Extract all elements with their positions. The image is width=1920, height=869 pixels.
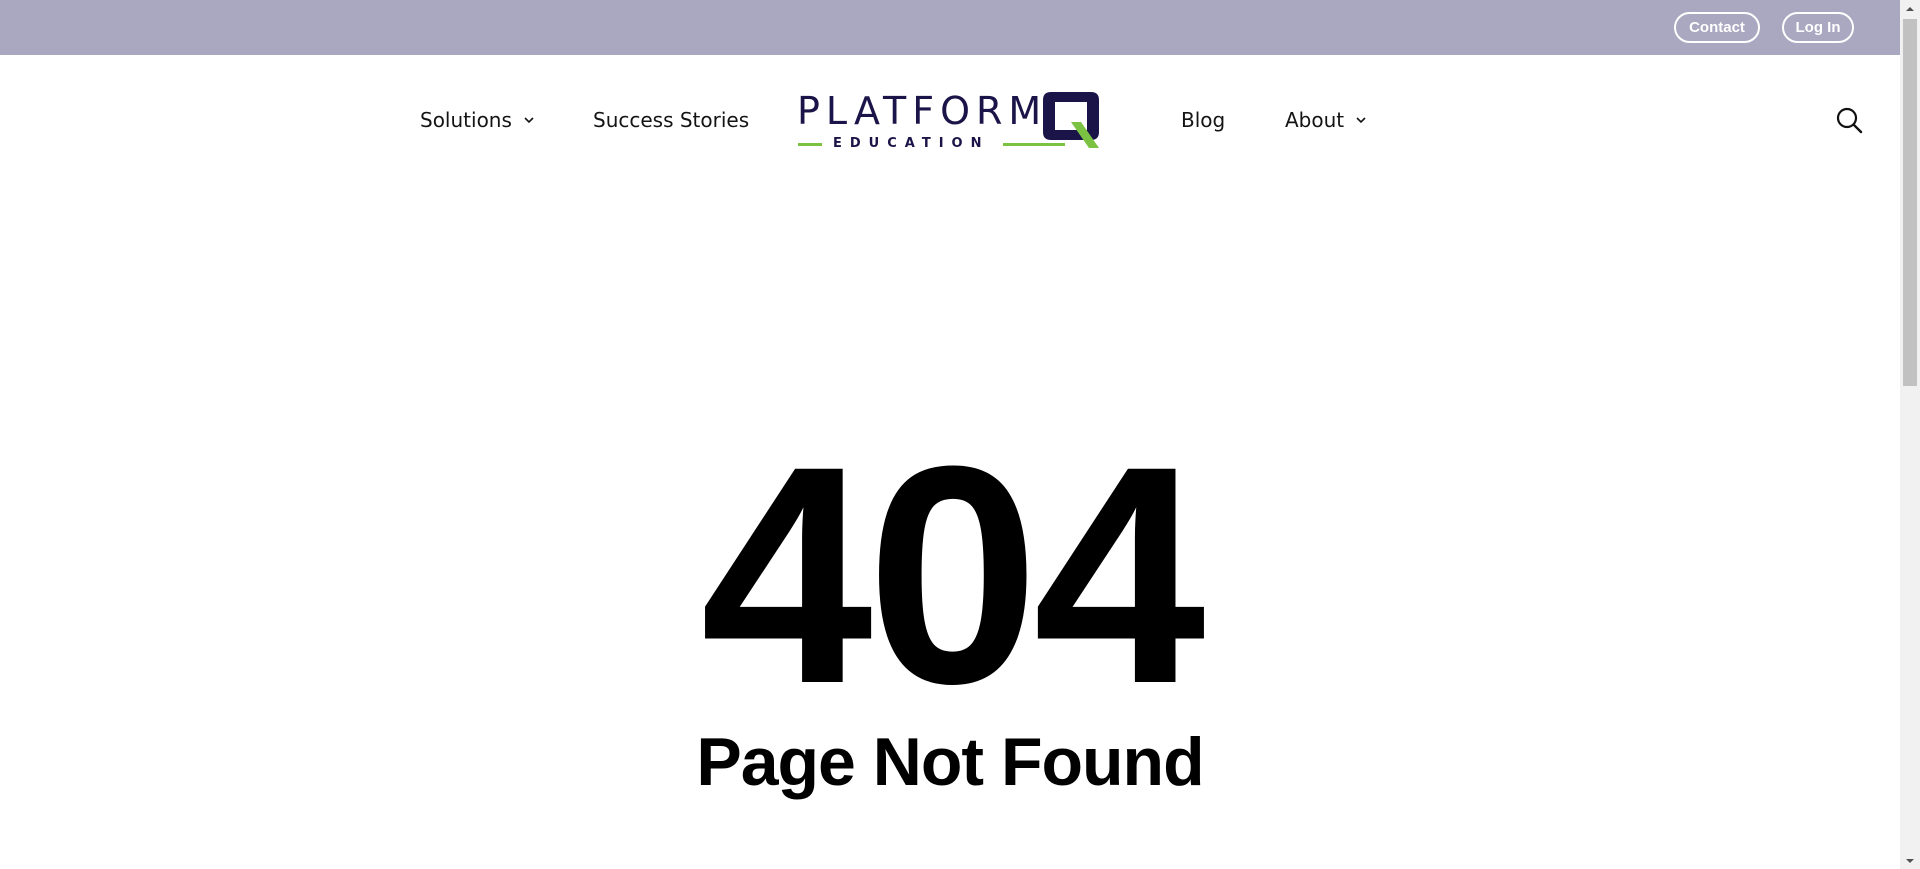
- logo-accent-line: [798, 143, 822, 146]
- chevron-down-icon: [1354, 113, 1368, 127]
- nav-item-solutions[interactable]: Solutions: [420, 106, 536, 134]
- login-button[interactable]: Log In: [1782, 12, 1854, 43]
- nav-item-label: Solutions: [420, 108, 512, 132]
- contact-button[interactable]: Contact: [1674, 12, 1760, 43]
- utility-bar: Contact Log In: [0, 0, 1900, 55]
- error-message: Page Not Found: [696, 724, 1204, 800]
- logo-wordmark: PLATFORM: [797, 89, 1048, 133]
- vertical-scrollbar[interactable]: [1900, 0, 1920, 869]
- platform-education-logo[interactable]: PLATFORM EDUCATION: [795, 88, 1103, 156]
- logo-subtext: EDUCATION: [833, 136, 990, 151]
- nav-item-label: Blog: [1181, 108, 1226, 132]
- nav-item-blog[interactable]: Blog: [1181, 106, 1225, 134]
- scrollbar-thumb[interactable]: [1903, 19, 1917, 386]
- logo-q-mark: [1043, 92, 1099, 148]
- search-icon[interactable]: [1835, 106, 1863, 134]
- scroll-up-arrow-icon[interactable]: [1900, 0, 1920, 17]
- nav-item-label: About: [1285, 108, 1345, 132]
- nav-item-success-stories[interactable]: Success Stories: [593, 106, 749, 134]
- chevron-down-icon: [522, 113, 536, 127]
- nav-item-about[interactable]: About: [1285, 106, 1368, 134]
- error-code: 404: [700, 401, 1205, 748]
- scroll-down-arrow-icon[interactable]: [1900, 852, 1920, 869]
- nav-item-label: Success Stories: [593, 108, 750, 132]
